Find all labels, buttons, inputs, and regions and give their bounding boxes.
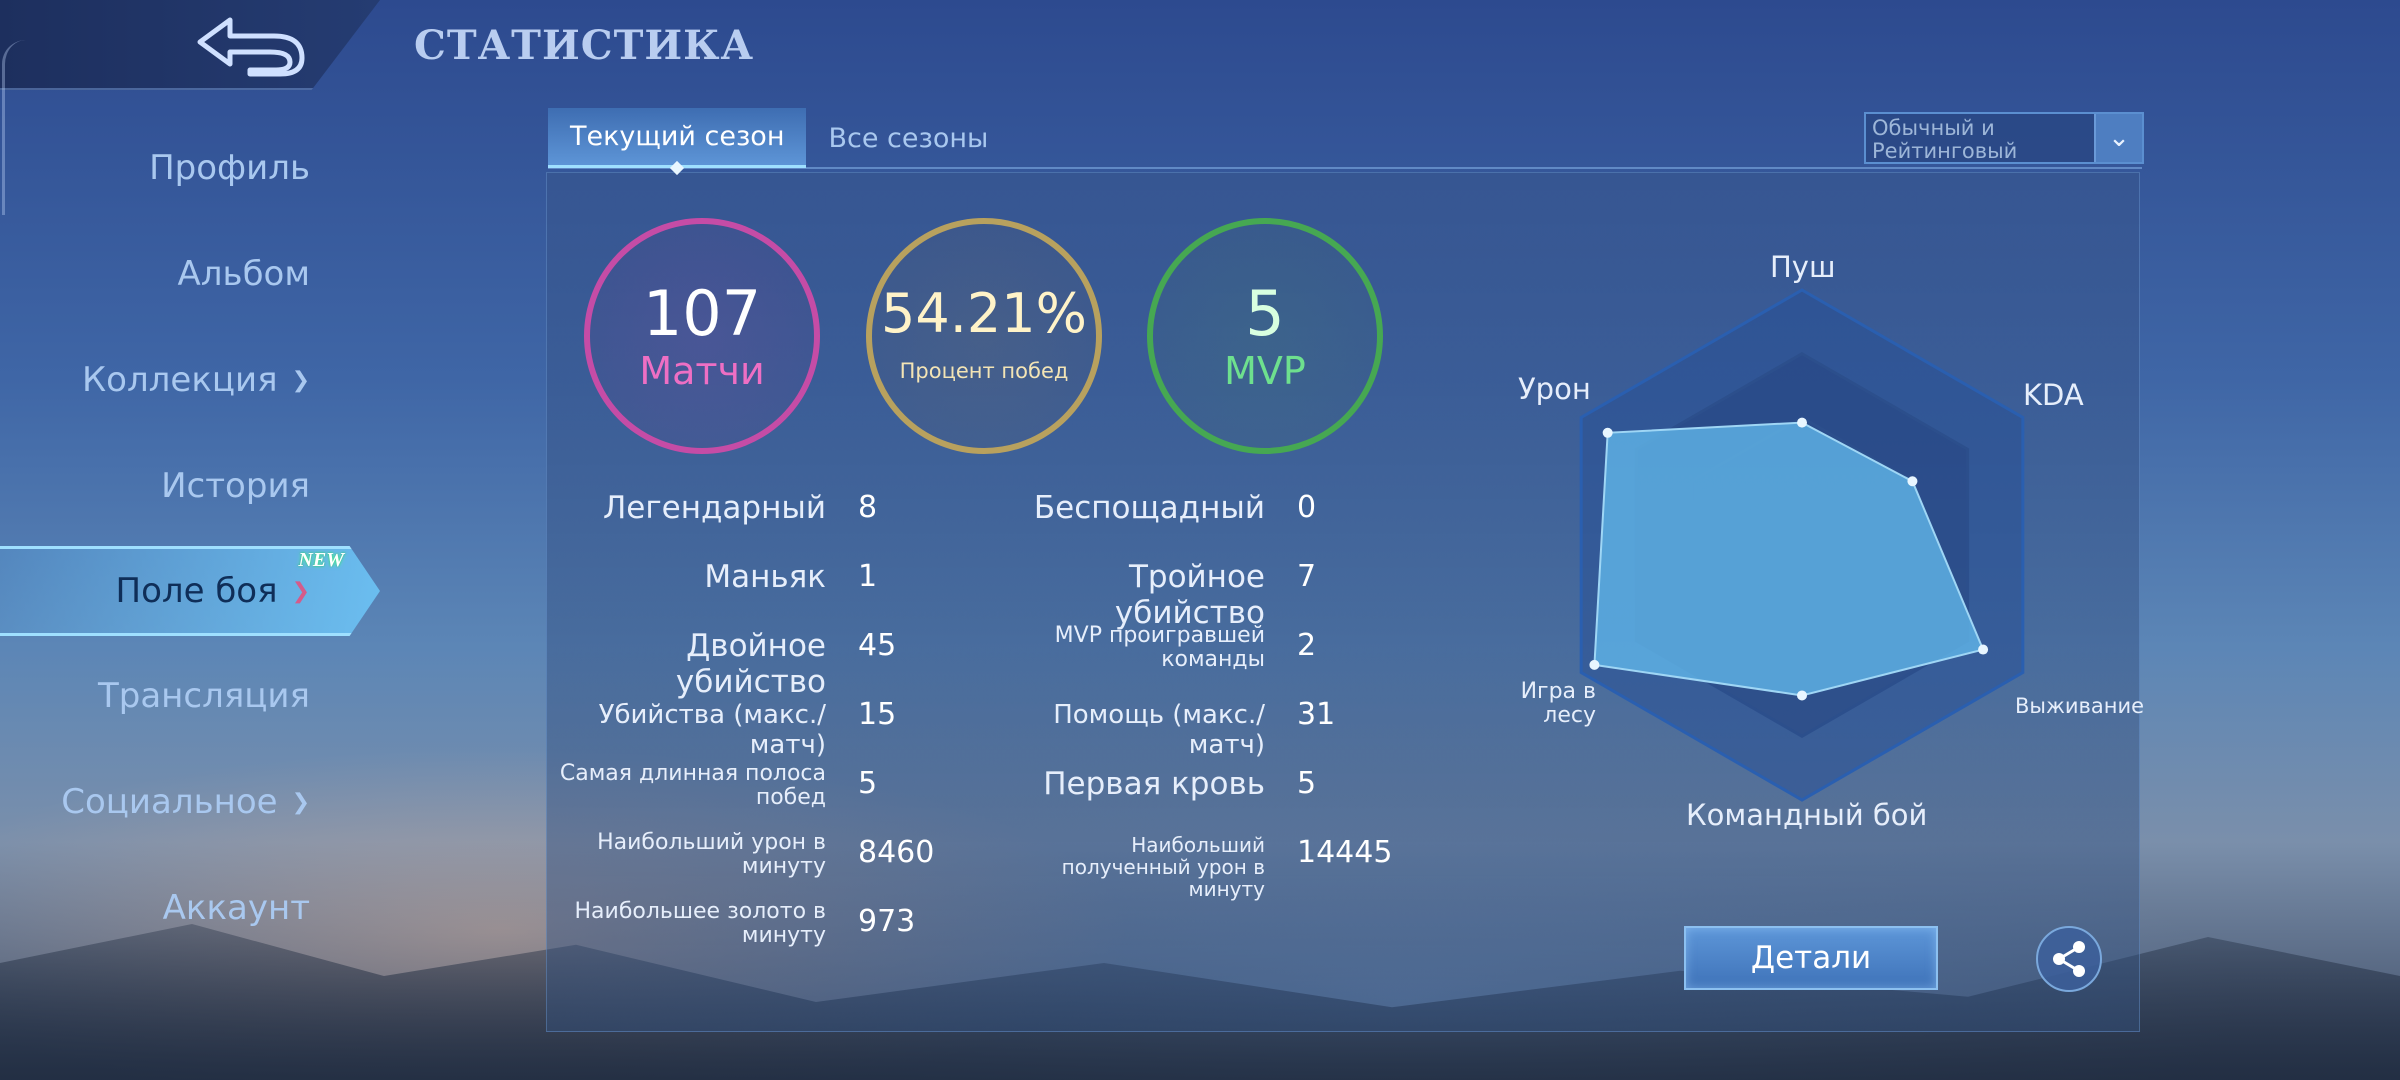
sidebar-item-history[interactable]: История <box>0 446 360 526</box>
new-badge: NEW <box>298 549 344 571</box>
stat-label: MVP проигравшей команды <box>1054 623 1265 672</box>
sidebar-item-social[interactable]: Социальное ❯ <box>0 762 360 842</box>
back-button[interactable] <box>190 12 310 78</box>
radar-data-point <box>1602 427 1613 438</box>
back-arrow-icon <box>197 17 305 77</box>
sidebar-item-label: Трансляция <box>98 676 310 716</box>
radar-svg <box>1579 288 2025 802</box>
chevron-down-icon: ⌄ <box>2094 114 2142 162</box>
sidebar-item-label: Альбом <box>177 254 310 294</box>
stat-value: 31 <box>1297 697 1336 732</box>
sidebar-item-profile[interactable]: Профиль <box>0 128 360 208</box>
stat-label: Самая длинная полоса побед <box>559 761 826 810</box>
stat-label: Наибольший урон в минуту <box>597 830 826 879</box>
sidebar-item-album[interactable]: Альбом <box>0 234 360 314</box>
radar-axis-label: Выживание <box>2015 694 2145 718</box>
stat-value: 1 <box>858 559 878 594</box>
radar-data-point <box>1978 644 1989 655</box>
matches-label: Матчи <box>639 349 765 393</box>
tab-all-seasons[interactable]: Все сезоны <box>806 108 1010 168</box>
mode-filter-dropdown[interactable]: Обычный и Рейтинговый ⌄ <box>1864 112 2144 164</box>
stat-value: 7 <box>1297 559 1317 594</box>
radar-axis-label: Игра в лесу <box>1520 679 1596 728</box>
stat-label: Наибольший полученный урон в минуту <box>1061 833 1265 901</box>
mvp-value: 5 <box>1245 277 1285 350</box>
stat-value: 8 <box>858 490 878 525</box>
chevron-down-icon: ❯ <box>291 367 310 393</box>
stat-label: Тройное убийство <box>1114 559 1265 631</box>
share-icon <box>2053 941 2085 977</box>
page-title: СТАТИСТИКА <box>414 22 755 69</box>
stat-label: Двойное убийство <box>675 628 826 700</box>
sidebar-item-label: Профиль <box>149 148 310 188</box>
winrate-label: Процент побед <box>899 359 1069 383</box>
stat-label: Маньяк <box>704 559 826 595</box>
sidebar-item-label: Аккаунт <box>162 888 310 928</box>
stat-value: 8460 <box>858 835 935 870</box>
mode-filter-value: Обычный и Рейтинговый <box>1872 116 2018 163</box>
sidebar-item-broadcast[interactable]: Трансляция <box>0 656 360 736</box>
stat-label: Убийства (макс./матч) <box>598 700 826 760</box>
share-button[interactable] <box>2036 926 2102 992</box>
tab-label: Текущий сезон <box>570 121 785 152</box>
radar-axis-label: Командный бой <box>1686 798 1928 832</box>
stat-value: 14445 <box>1297 835 1393 870</box>
stat-value: 0 <box>1297 490 1317 525</box>
chevron-down-icon: ❯ <box>291 578 310 604</box>
mvp-ring: 5 MVP <box>1147 218 1383 454</box>
stat-value: 5 <box>858 766 878 801</box>
stat-value: 973 <box>858 904 916 939</box>
tab-current-season[interactable]: Текущий сезон <box>548 108 807 168</box>
sidebar-item-label: Коллекция <box>82 360 278 400</box>
season-tabs: Текущий сезон Все сезоны <box>548 108 1010 168</box>
stat-label: Беспощадный <box>1033 490 1265 526</box>
winrate-ring: 54.21% Процент побед <box>866 218 1102 454</box>
mvp-label: MVP <box>1224 349 1306 393</box>
stat-label: Помощь (макс./матч) <box>1053 700 1265 760</box>
matches-value: 107 <box>642 277 762 350</box>
stat-label: Наибольшее золото в минуту <box>574 899 827 948</box>
radar-axis-label: Пуш <box>1770 250 1836 284</box>
tab-label: Все сезоны <box>828 122 989 154</box>
radar-data-point <box>1797 417 1807 428</box>
radar-axis-label: KDA <box>2023 378 2084 412</box>
sidebar-item-label: Поле боя <box>115 571 278 611</box>
details-button[interactable]: Детали <box>1684 926 1938 990</box>
sidebar-item-label: История <box>161 466 310 506</box>
stat-value: 5 <box>1297 766 1317 801</box>
radar-data-point <box>1907 476 1918 487</box>
winrate-value: 54.21% <box>881 282 1087 345</box>
radar-chart: Пуш KDA Выживание Командный бой Игра в л… <box>1500 240 2144 840</box>
stat-value: 2 <box>1297 628 1317 663</box>
chevron-down-icon: ❯ <box>291 789 310 815</box>
details-button-label: Детали <box>1750 940 1872 976</box>
stat-label: Первая кровь <box>1043 766 1265 802</box>
stat-label: Легендарный <box>602 490 826 526</box>
sidebar-item-collection[interactable]: Коллекция ❯ <box>0 340 360 420</box>
sidebar-item-account[interactable]: Аккаунт <box>0 868 360 948</box>
matches-ring: 107 Матчи <box>584 218 820 454</box>
sidebar-item-battlefield[interactable]: Поле боя ❯ NEW <box>0 546 380 636</box>
sidebar-item-label: Социальное <box>61 782 278 822</box>
radar-data-point <box>1589 659 1600 670</box>
radar-axis-label: Урон <box>1518 372 1591 406</box>
stat-value: 15 <box>858 697 897 732</box>
radar-data-point <box>1797 690 1807 701</box>
stat-value: 45 <box>858 628 897 663</box>
